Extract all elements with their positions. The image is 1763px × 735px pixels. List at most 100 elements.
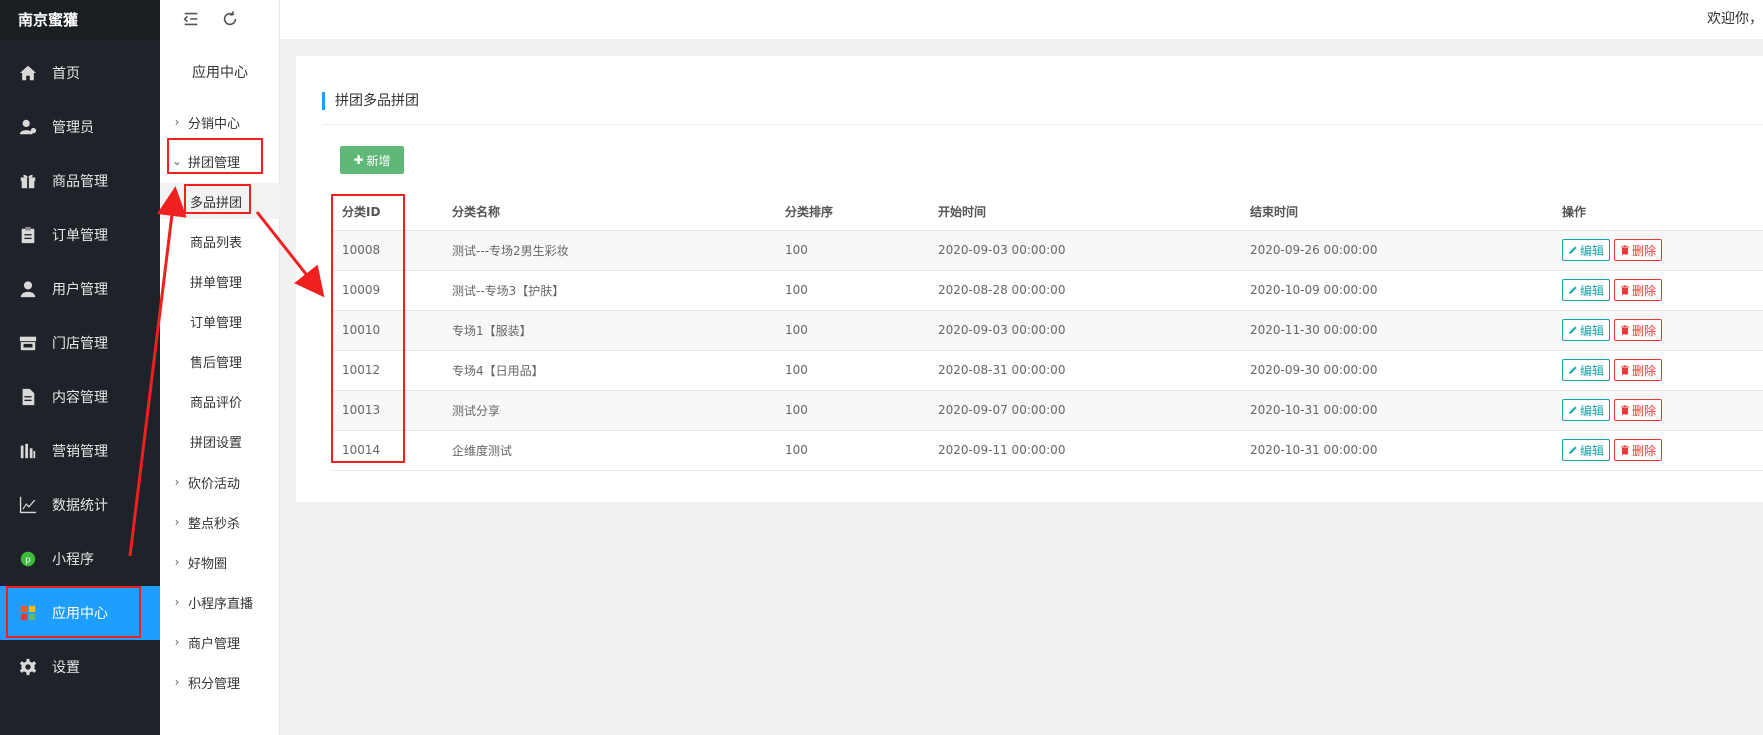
sidebar-item-stores[interactable]: 门店管理 <box>0 316 160 370</box>
sidebar-item-label: 商品管理 <box>52 174 108 190</box>
chevron-right-icon: › <box>174 555 180 569</box>
table-cell-start: 2020-08-31 00:00:00 <box>928 350 1240 391</box>
table-cell-name: 测试---专场2男生彩妆 <box>442 230 775 271</box>
table-cell-start: 2020-09-11 00:00:00 <box>928 430 1240 471</box>
sidebar-item-statistics[interactable]: 数据统计 <box>0 478 160 532</box>
subnav-item-after-sales[interactable]: 售后管理 <box>160 343 280 379</box>
sidebar-item-marketing[interactable]: 营销管理 <box>0 424 160 478</box>
subnav-item-label: 售后管理 <box>190 355 243 371</box>
content-card: 拼团多品拼团 ✚ 新增 分类ID 分类名称 分类排序 开始时间 结束时间 操作 … <box>296 56 1763 502</box>
edit-button[interactable]: 编辑 <box>1562 279 1611 301</box>
refresh-icon[interactable] <box>219 8 241 30</box>
table-row: 10013 测试分享 100 2020-09-07 00:00:00 2020-10-3… <box>332 390 1763 431</box>
delete-button[interactable]: 删除 <box>1614 239 1663 261</box>
edit-button[interactable]: 编辑 <box>1562 319 1611 341</box>
sidebar-item-products[interactable]: 商品管理 <box>0 154 160 208</box>
delete-button[interactable]: 删除 <box>1614 399 1663 421</box>
sidebar-item-settings[interactable]: 设置 <box>0 640 160 694</box>
subnav-item-product-list[interactable]: 商品列表 <box>160 223 280 259</box>
subnav-group-flash-sale[interactable]: › 整点秒杀 <box>170 510 240 534</box>
subnav-item-reviews[interactable]: 商品评价 <box>160 383 280 419</box>
subnav-group-live-stream[interactable]: › 小程序直播 <box>170 590 253 614</box>
table-row: 10008 测试---专场2男生彩妆 100 2020-09-03 00:00:00 2… <box>332 230 1763 271</box>
sidebar-item-content[interactable]: 内容管理 <box>0 370 160 424</box>
edit-button-label: 编辑 <box>1580 403 1605 418</box>
pencil-icon <box>1569 286 1577 294</box>
chevron-right-icon: › <box>174 515 180 529</box>
sidebar-item-label: 首页 <box>52 66 80 82</box>
edit-button[interactable]: 编辑 <box>1562 399 1611 421</box>
pencil-icon <box>1569 246 1577 254</box>
table-cell-name: 专场4【日用品】 <box>442 350 775 391</box>
brand-name: 南京蜜獾 <box>0 0 160 40</box>
delete-button-label: 删除 <box>1632 363 1657 378</box>
subnav-group-points[interactable]: › 积分管理 <box>170 670 240 694</box>
table-cell-end: 2020-09-26 00:00:00 <box>1240 230 1552 271</box>
table-row: 10012 专场4【日用品】 100 2020-08-31 00:00:00 2020-… <box>332 350 1763 391</box>
add-button[interactable]: ✚ 新增 <box>340 146 404 174</box>
delete-button-label: 删除 <box>1632 283 1657 298</box>
table-cell-start: 2020-09-03 00:00:00 <box>928 310 1240 351</box>
subnav-group-label: 小程序直播 <box>188 596 254 612</box>
delete-button[interactable]: 删除 <box>1614 319 1663 341</box>
home-icon <box>18 63 38 83</box>
table-cell-sort: 100 <box>775 350 928 391</box>
table-cell-start: 2020-09-07 00:00:00 <box>928 390 1240 431</box>
table-row: 10014 企维度测试 100 2020-09-11 00:00:00 2020-10-… <box>332 430 1763 471</box>
table-cell-start: 2020-09-03 00:00:00 <box>928 230 1240 271</box>
clipboard-icon <box>18 225 38 245</box>
delete-button[interactable]: 删除 <box>1614 279 1663 301</box>
subnav-group-distribution[interactable]: › 分销中心 <box>170 110 240 134</box>
delete-button[interactable]: 删除 <box>1614 439 1663 461</box>
subnav-group-label: 积分管理 <box>188 676 241 692</box>
subnav-item-group-settings[interactable]: 拼团设置 <box>160 423 280 459</box>
sidebar-item-admin[interactable]: 管理员 <box>0 100 160 154</box>
subnav-item-label: 拼单管理 <box>190 275 243 291</box>
table-cell-name: 专场1【服装】 <box>442 310 775 351</box>
edit-button[interactable]: 编辑 <box>1562 439 1611 461</box>
subnav-group-label: 整点秒杀 <box>188 516 241 532</box>
sidebar-item-mini-program[interactable]: p 小程序 <box>0 532 160 586</box>
subnav-item-label: 商品列表 <box>190 235 243 251</box>
edit-button-label: 编辑 <box>1580 443 1605 458</box>
column-header[interactable]: 开始时间 <box>928 194 1240 231</box>
mini-program-icon: p <box>18 549 38 569</box>
delete-button[interactable]: 删除 <box>1614 359 1663 381</box>
table-cell-end: 2020-09-30 00:00:00 <box>1240 350 1552 391</box>
trash-icon <box>1621 405 1630 415</box>
annotation-box-app-center <box>6 586 141 638</box>
line-chart-icon <box>18 495 38 515</box>
column-header[interactable]: 分类名称 <box>442 194 775 231</box>
subnav-item-orders[interactable]: 订单管理 <box>160 303 280 339</box>
table-cell-start: 2020-08-28 00:00:00 <box>928 270 1240 311</box>
edit-button[interactable]: 编辑 <box>1562 239 1611 261</box>
sidebar-item-users[interactable]: 用户管理 <box>0 262 160 316</box>
column-header[interactable]: 结束时间 <box>1240 194 1552 231</box>
subnav-group-good-circle[interactable]: › 好物圈 <box>170 550 227 574</box>
column-header: 操作 <box>1552 194 1763 231</box>
chevron-right-icon: › <box>174 675 180 689</box>
subnav-group-merchants[interactable]: › 商户管理 <box>170 630 240 654</box>
title-divider <box>322 124 1763 125</box>
table-cell-end: 2020-10-31 00:00:00 <box>1240 390 1552 431</box>
annotation-box-multi-group <box>184 184 251 214</box>
sidebar-item-label: 管理员 <box>52 120 94 136</box>
subnav-group-bargain[interactable]: › 砍价活动 <box>170 470 240 494</box>
sidebar-item-label: 数据统计 <box>52 498 108 514</box>
table-cell-sort: 100 <box>775 310 928 351</box>
menu-collapse-icon[interactable] <box>180 8 202 30</box>
store-icon <box>18 333 38 353</box>
subnav-group-label: 砍价活动 <box>188 476 241 492</box>
top-header-right: 欢迎你， <box>280 0 1763 40</box>
edit-button[interactable]: 编辑 <box>1562 359 1611 381</box>
subnav-item-group-orders[interactable]: 拼单管理 <box>160 263 280 299</box>
subnav-item-label: 订单管理 <box>190 315 243 331</box>
table-cell-end: 2020-10-09 00:00:00 <box>1240 270 1552 311</box>
table-header-row: 分类ID 分类名称 分类排序 开始时间 结束时间 操作 <box>332 194 1763 231</box>
table-cell-name: 测试分享 <box>442 390 775 431</box>
sidebar-item-home[interactable]: 首页 <box>0 46 160 100</box>
column-header[interactable]: 分类排序 <box>775 194 928 231</box>
sidebar-item-orders[interactable]: 订单管理 <box>0 208 160 262</box>
pencil-icon <box>1569 446 1577 454</box>
sidebar-item-label: 用户管理 <box>52 282 108 298</box>
